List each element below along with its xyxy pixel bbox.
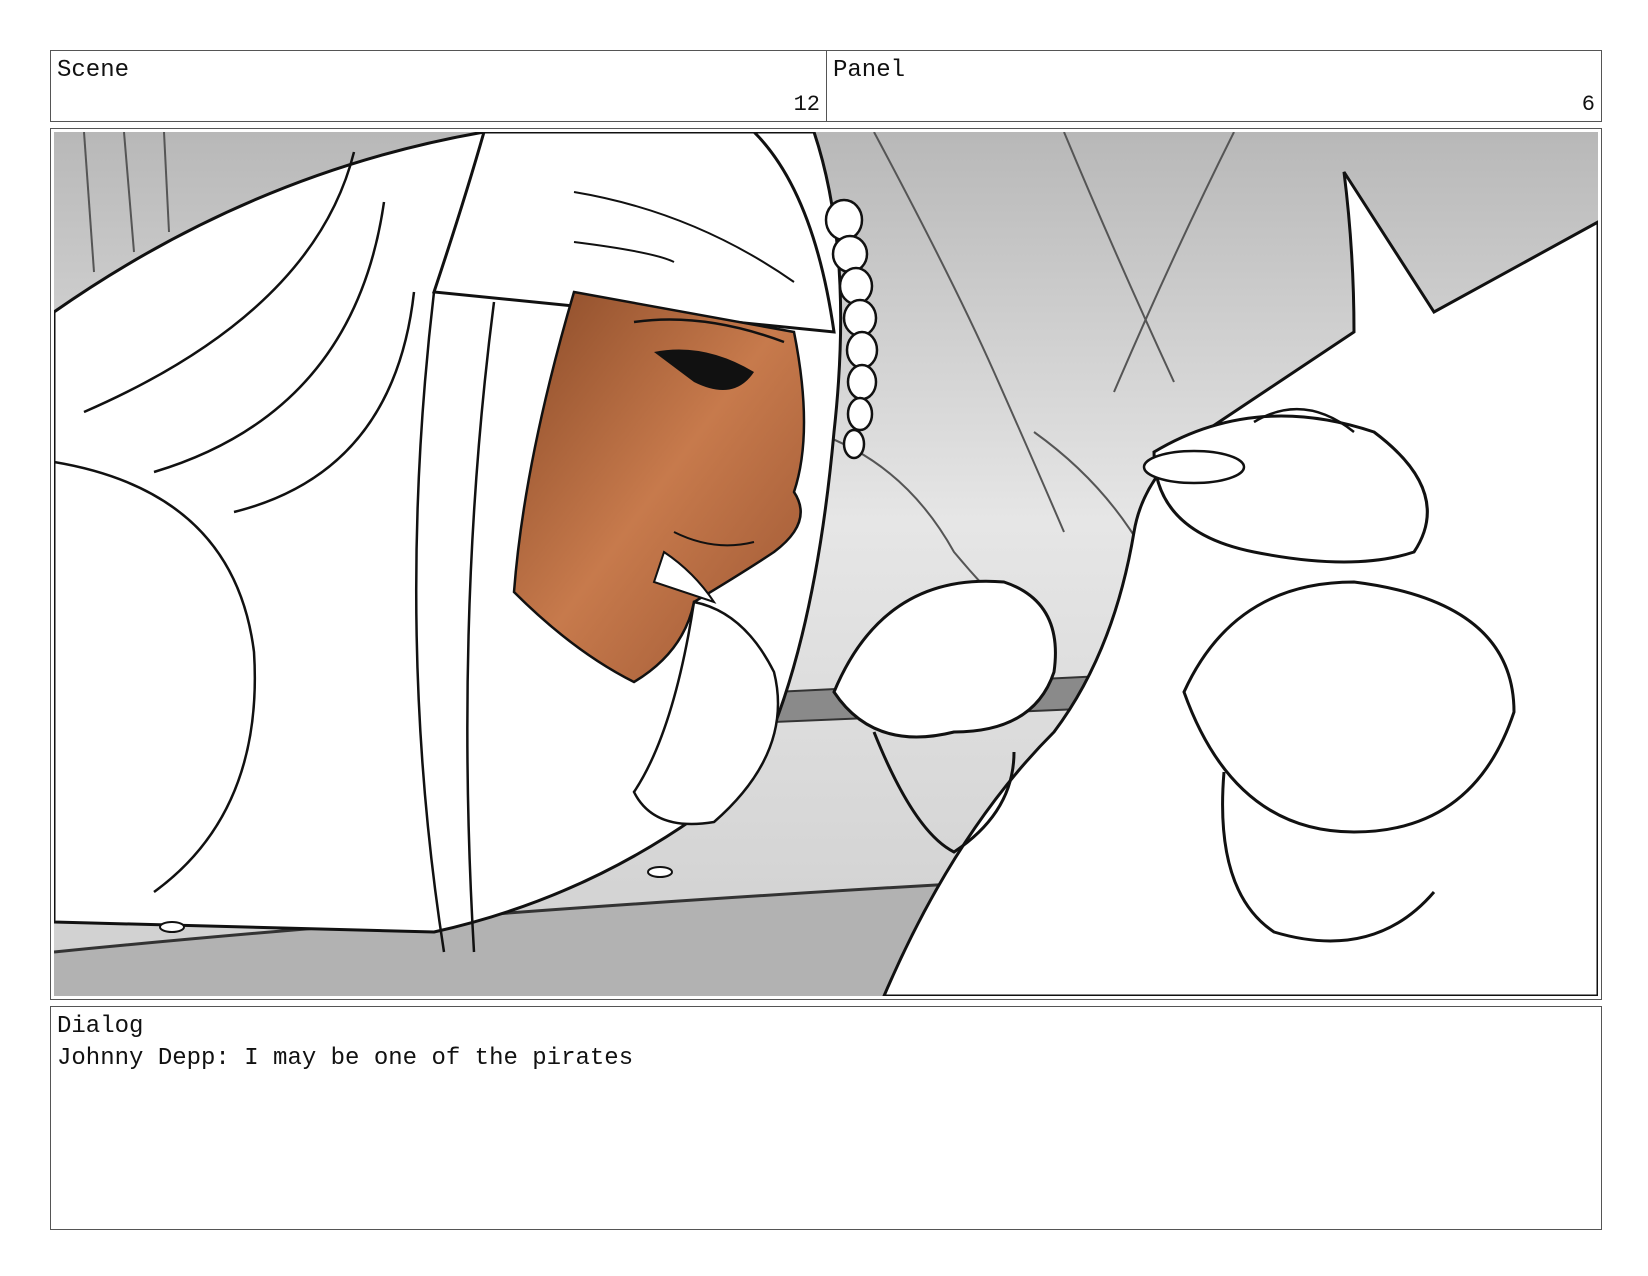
panel-label: Panel — [833, 57, 906, 84]
storyboard-panel — [50, 128, 1602, 1000]
dialog-box: Dialog Johnny Depp: I may be one of the … — [50, 1006, 1602, 1230]
dialog-text: Johnny Depp: I may be one of the pirates — [57, 1045, 634, 1072]
scene-label: Scene — [57, 57, 130, 84]
scene-number: 12 — [793, 92, 820, 117]
scene-cell: Scene 12 — [50, 50, 827, 122]
panel-cell: Panel 6 — [826, 50, 1602, 122]
panel-illustration — [54, 132, 1598, 996]
dialog-label: Dialog — [57, 1013, 144, 1040]
panel-number: 6 — [1581, 92, 1595, 117]
